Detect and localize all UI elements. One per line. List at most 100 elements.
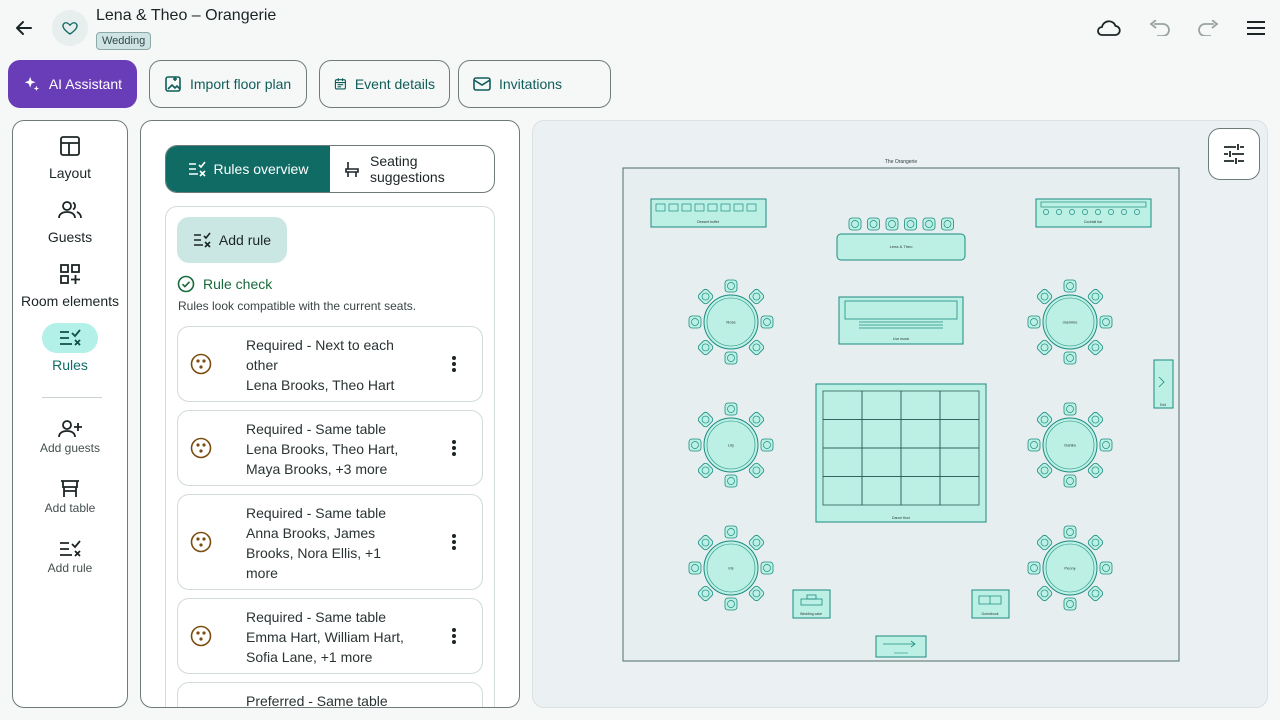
round-table-label: Lily	[728, 443, 734, 448]
add-table-button[interactable]: Add table	[13, 479, 127, 515]
add-rule-nav-button[interactable]: Add rule	[13, 539, 127, 575]
mail-icon	[473, 77, 491, 91]
round-table-seat	[724, 474, 738, 488]
table-icon	[61, 480, 79, 497]
rule-item[interactable]: Required - Same table Emma Hart, William …	[177, 598, 483, 674]
heart-icon	[62, 22, 78, 35]
nav-item-guests[interactable]: Guests	[13, 195, 127, 245]
nav-item-layout[interactable]: Layout	[13, 131, 127, 181]
room-name: The Orangerie	[885, 159, 917, 165]
nav-label-rules: Rules	[52, 357, 88, 373]
nav-item-rules[interactable]: Rules	[13, 323, 127, 373]
rule-more-button[interactable]	[444, 530, 464, 554]
chair-icon	[345, 162, 359, 177]
round-table-seat	[724, 351, 738, 365]
undo-button[interactable]	[1146, 14, 1174, 42]
round-table-seat	[1063, 525, 1077, 539]
round-table-seat	[724, 279, 738, 293]
tab-seating-suggestions[interactable]: Seating suggestions	[330, 146, 494, 192]
rules-segmented-control: Rules overview Seating suggestions	[165, 145, 495, 193]
round-table-seat	[760, 315, 774, 329]
app-header: Lena & Theo – Orangerie Wedding	[0, 0, 1280, 56]
floor-plan-svg: The Orangerie Rose Jasmine Lily Dahlia Iris P…	[622, 159, 1180, 662]
rule-more-button[interactable]	[444, 352, 464, 376]
nav-label-layout: Layout	[48, 165, 92, 181]
more-vertical-icon	[452, 440, 456, 456]
round-table-seat	[1063, 597, 1077, 611]
round-table-seat	[688, 561, 702, 575]
main-menu-button[interactable]	[1242, 14, 1270, 42]
calendar-icon	[334, 78, 346, 90]
favorite-button[interactable]	[52, 10, 88, 46]
nav-label-guests: Guests	[47, 229, 93, 245]
tune-icon	[1224, 144, 1244, 164]
add-rule-nav-label: Add rule	[47, 561, 93, 575]
rules-panel: Rules overview Seating suggestions Add r…	[140, 120, 520, 708]
ai-assistant-button[interactable]: AI Assistant	[8, 60, 137, 108]
rule-group-icon	[190, 353, 212, 375]
exit-label: Exit	[1160, 403, 1166, 407]
sparkle-icon	[24, 76, 40, 92]
add-rule-button[interactable]: Add rule	[177, 217, 287, 263]
live-music-label: Live music	[893, 337, 910, 341]
round-table-seat	[724, 525, 738, 539]
redo-icon	[1198, 20, 1219, 36]
cocktail-bar-label: Cocktail bar	[1084, 220, 1103, 224]
event-details-label: Event details	[354, 76, 435, 92]
round-table-seat	[1099, 438, 1113, 452]
rule-type: Preferred - Same table	[246, 693, 388, 708]
add-guests-label: Add guests	[39, 441, 101, 455]
import-floor-plan-label: Import floor plan	[190, 76, 292, 92]
rule-more-button[interactable]	[444, 436, 464, 460]
head-table-seat	[885, 217, 899, 231]
rule-item[interactable]: Required - Same table Lena Brooks, Theo H…	[177, 410, 483, 486]
rule-more-button[interactable]	[444, 624, 464, 648]
rule-group-icon	[190, 625, 212, 647]
round-table-seat	[688, 315, 702, 329]
round-table-seat	[1099, 315, 1113, 329]
head-table-seat	[922, 217, 936, 231]
floor-plan-canvas[interactable]: The Orangerie Rose Jasmine Lily Dahlia Iris P…	[532, 120, 1268, 708]
add-rule-label: Add rule	[218, 232, 272, 248]
more-vertical-icon	[452, 356, 456, 372]
menu-icon	[1247, 21, 1265, 35]
cloud-sync-button[interactable]	[1094, 14, 1122, 42]
rule-item[interactable]: Preferred - Same table	[177, 682, 483, 708]
guestbook-label: Guestbook	[982, 612, 999, 616]
rule-item[interactable]: Required - Same table Anna Brooks, James …	[177, 494, 483, 590]
room-elements-icon	[60, 264, 80, 284]
more-vertical-icon	[452, 534, 456, 550]
round-table-seat	[1027, 561, 1041, 575]
head-table-seat	[848, 217, 862, 231]
round-table-seat	[760, 561, 774, 575]
back-arrow-icon	[16, 21, 32, 35]
event-details-button[interactable]: Event details	[319, 60, 450, 108]
rule-type: Required - Next to each other	[246, 337, 394, 373]
view-settings-button[interactable]	[1208, 128, 1260, 180]
rule-item[interactable]: Required - Next to each other Lena Brooks…	[177, 326, 483, 402]
invitations-button[interactable]: Invitations	[458, 60, 611, 108]
tab-rules-overview[interactable]: Rules overview	[166, 146, 330, 192]
nav-item-room-elements[interactable]: Room elements	[13, 259, 127, 309]
redo-button[interactable]	[1194, 14, 1222, 42]
wedding-cake-label: Wedding cake	[800, 612, 822, 616]
round-table-seat	[1063, 351, 1077, 365]
ai-assistant-label: AI Assistant	[48, 76, 122, 92]
more-vertical-icon	[452, 628, 456, 644]
round-table-seat	[1027, 315, 1041, 329]
image-upload-icon	[165, 76, 181, 92]
rules-icon	[60, 329, 81, 346]
dessert-buffet-label: Dessert buffet	[697, 220, 719, 224]
event-type-badge: Wedding	[96, 32, 152, 50]
add-guests-button[interactable]: Add guests	[13, 419, 127, 455]
side-navigation: Layout Guests Room elements Rules Add gu…	[12, 120, 128, 708]
head-table-label: Lena & Theo	[890, 244, 914, 249]
back-button[interactable]	[8, 12, 40, 44]
rule-check-status: Rule check	[177, 275, 272, 293]
add-guest-icon	[58, 420, 82, 438]
import-floor-plan-button[interactable]: Import floor plan	[149, 60, 307, 108]
undo-icon	[1149, 20, 1170, 36]
dance-floor-label: Dance floor	[892, 516, 911, 520]
entrance	[875, 635, 927, 658]
check-circle-icon	[177, 275, 195, 293]
